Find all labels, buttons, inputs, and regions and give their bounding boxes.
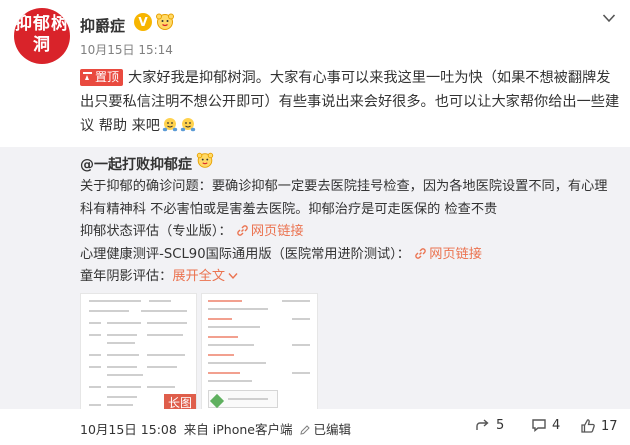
pin-icon bbox=[83, 72, 92, 81]
link-icon bbox=[415, 247, 426, 259]
repost-username[interactable]: @一起打败抑郁症 bbox=[80, 154, 192, 174]
share-icon bbox=[476, 419, 489, 430]
fan-badge-icon bbox=[196, 152, 214, 168]
avatar-text: 抑郁树洞 bbox=[15, 14, 69, 55]
expand-label: 展开全文 bbox=[172, 269, 226, 284]
repost-line-text: 童年阴影评估： bbox=[80, 269, 173, 284]
repost-line-text: 心理健康测评-SCL90国际通用版（医院常用进阶测试）： bbox=[80, 246, 410, 262]
repost-line: 童年阴影评估：展开全文 bbox=[80, 266, 620, 289]
comment-icon bbox=[532, 419, 546, 432]
hug-emoji-icon bbox=[162, 118, 178, 132]
web-link-label: 网页链接 bbox=[429, 246, 482, 262]
post-date[interactable]: 10月15日 15:08 bbox=[80, 422, 177, 437]
image-thumbnail[interactable] bbox=[201, 293, 318, 413]
avatar[interactable]: 抑郁树洞 bbox=[14, 8, 70, 64]
chevron-down-icon bbox=[228, 273, 238, 280]
long-image-thumbnail[interactable]: 长图 bbox=[80, 293, 197, 413]
pinned-badge: 置顶 bbox=[80, 69, 124, 86]
repost-line: 心理健康测评-SCL90国际通用版（医院常用进阶测试）： 网页链接 bbox=[80, 244, 620, 267]
repost-line-text: 抑郁状态评估（专业版）： bbox=[80, 224, 232, 239]
repost-card[interactable]: @一起打败抑郁症 关于抑郁的确诊问题：要确诊抑郁一定要去医院挂号检查，因为各地医… bbox=[0, 147, 630, 413]
pinned-label: 置顶 bbox=[95, 70, 120, 84]
repost-text: 关于抑郁的确诊问题：要确诊抑郁一定要去医院挂号检查，因为各地医院设置不同，有心理… bbox=[80, 176, 620, 289]
edited-label[interactable]: 已编辑 bbox=[313, 422, 351, 437]
web-link[interactable]: 网页链接 bbox=[236, 224, 304, 239]
post-body-text: 大家好我是抑郁树洞。大家有心事可以来我这里一吐为快（如果不想被翻牌发出只要私信注… bbox=[80, 70, 620, 134]
web-link-label: 网页链接 bbox=[250, 224, 304, 239]
post-source: 来自 iPhone客户端 bbox=[183, 422, 293, 437]
comment-button[interactable]: 4 bbox=[531, 418, 560, 433]
username[interactable]: 抑爵症 bbox=[80, 15, 125, 36]
share-button[interactable]: 5 bbox=[475, 418, 504, 433]
thumbs-up-icon bbox=[581, 419, 595, 433]
expand-full-text-link[interactable]: 展开全文 bbox=[172, 269, 238, 284]
repost-line: 抑郁状态评估（专业版）： 网页链接 bbox=[80, 221, 620, 244]
verified-icon: V bbox=[134, 13, 152, 31]
chevron-down-icon[interactable] bbox=[602, 13, 616, 23]
hug-emoji-icon bbox=[180, 118, 196, 132]
post-timestamp[interactable]: 10月15日 15:14 bbox=[80, 41, 173, 58]
comment-count: 4 bbox=[552, 418, 561, 433]
post-footer: 10月15日 15:08 来自 iPhone客户端 已编辑 5 4 17 bbox=[0, 409, 630, 445]
weibo-post: 抑郁树洞 抑爵症 V 10月15日 15:14 置顶 大家好我是抑郁树洞。大家有心… bbox=[0, 0, 630, 445]
post-meta: 10月15日 15:08 来自 iPhone客户端 已编辑 bbox=[80, 419, 354, 438]
link-icon bbox=[237, 225, 248, 236]
post-body: 置顶 大家好我是抑郁树洞。大家有心事可以来我这里一吐为快（如果不想被翻牌发出只要私… bbox=[80, 66, 620, 138]
edit-icon bbox=[300, 425, 311, 435]
web-link[interactable]: 网页链接 bbox=[414, 247, 482, 262]
share-count: 5 bbox=[496, 418, 505, 433]
like-count: 17 bbox=[601, 419, 618, 434]
fan-badge-icon bbox=[156, 13, 174, 30]
repost-line: 关于抑郁的确诊问题：要确诊抑郁一定要去医院挂号检查，因为各地医院设置不同，有心理… bbox=[80, 179, 608, 217]
like-button[interactable]: 17 bbox=[580, 418, 618, 434]
